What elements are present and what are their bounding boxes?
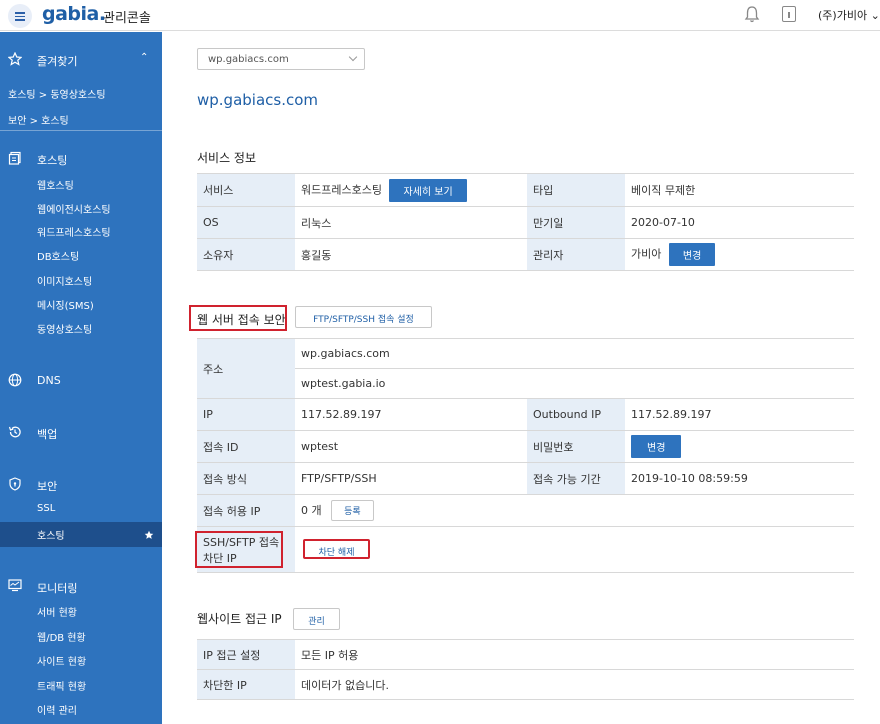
unblock-button[interactable]: 차단 해제 bbox=[303, 539, 370, 559]
outbound-label: Outbound IP bbox=[527, 398, 625, 431]
ip-label: IP bbox=[197, 398, 295, 431]
allowed-ip-label: 접속 허용 IP bbox=[197, 494, 295, 527]
admin-value: 가비아 bbox=[631, 247, 662, 261]
blocked-ip-list-value: 데이터가 없습니다. bbox=[295, 669, 854, 700]
id-label: 접속 ID bbox=[197, 430, 295, 463]
id-value: wptest bbox=[295, 430, 527, 463]
user-menu[interactable]: (주)가비아 ⌄ bbox=[818, 7, 880, 23]
sidebar: 즐겨찾기 ⌃ 호스팅 > 동영상호스팅 보안 > 호스팅 호스팅 웹호스팅 웹에… bbox=[0, 32, 162, 724]
method-label: 접속 방식 bbox=[197, 462, 295, 495]
access-settings-button[interactable]: FTP/SFTP/SSH 접속 설정 bbox=[295, 306, 432, 328]
detail-button[interactable]: 자세히 보기 bbox=[389, 178, 467, 202]
web-security-table: 주소 wp.gabiacs.com wptest.gabia.io IP 117… bbox=[197, 338, 854, 573]
site-access-table: IP 접근 설정 모든 IP 허용 차단한 IP 데이터가 없습니다. bbox=[197, 639, 854, 700]
site-access-title: 웹사이트 접근 IP bbox=[197, 612, 282, 626]
shield-icon bbox=[9, 477, 21, 491]
address-1: wp.gabiacs.com bbox=[295, 338, 854, 369]
sidebar-favorite-item[interactable]: 호스팅 > 동영상호스팅 bbox=[8, 86, 170, 101]
star-filled-icon[interactable] bbox=[144, 530, 154, 540]
top-bar: gabia. 관리콘솔 (주)가비아 ⌄ bbox=[0, 0, 880, 31]
period-label: 접속 가능 기간 bbox=[527, 462, 625, 495]
chevron-down-icon bbox=[348, 52, 358, 62]
sidebar-favorite-item[interactable]: 보안 > 호스팅 bbox=[8, 112, 170, 127]
service-info-title: 서비스 정보 bbox=[197, 151, 257, 165]
domain-select[interactable]: wp.gabiacs.com bbox=[197, 48, 365, 70]
address-label: 주소 bbox=[197, 338, 295, 399]
method-value: FTP/SFTP/SSH bbox=[295, 462, 527, 495]
monitoring-icon bbox=[8, 579, 22, 592]
type-label: 타입 bbox=[527, 173, 625, 207]
ip-setting-value: 모든 IP 허용 bbox=[295, 639, 854, 670]
backup-icon bbox=[8, 426, 21, 438]
register-button[interactable]: 등록 bbox=[331, 500, 374, 521]
highlight-box bbox=[189, 305, 287, 331]
os-value: 리눅스 bbox=[295, 206, 527, 239]
admin-label: 관리자 bbox=[527, 238, 625, 271]
expiry-value: 2020-07-10 bbox=[625, 206, 854, 239]
main-content: wp.gabiacs.com wp.gabiacs.com 서비스 정보 서비스… bbox=[162, 32, 880, 724]
owner-value: 홍길동 bbox=[295, 238, 527, 271]
address-2: wptest.gabia.io bbox=[295, 368, 854, 399]
service-value: 워드프레스호스팅 bbox=[301, 183, 382, 196]
manage-button[interactable]: 관리 bbox=[293, 608, 340, 630]
chevron-down-icon: ⌄ bbox=[870, 9, 880, 22]
blocked-ip-cell bbox=[295, 526, 854, 573]
chevron-up-icon[interactable]: ⌃ bbox=[140, 52, 150, 63]
owner-label: 소유자 bbox=[197, 238, 295, 271]
star-icon bbox=[8, 52, 22, 66]
ip-setting-label: IP 접근 설정 bbox=[197, 639, 295, 670]
page-title: wp.gabiacs.com bbox=[197, 91, 319, 109]
globe-icon bbox=[8, 373, 22, 387]
password-label: 비밀번호 bbox=[527, 430, 625, 463]
divider bbox=[0, 130, 162, 131]
outbound-value: 117.52.89.197 bbox=[625, 398, 854, 431]
notice-icon[interactable] bbox=[782, 6, 796, 22]
os-label: OS bbox=[197, 206, 295, 239]
admin-cell: 가비아 변경 bbox=[625, 238, 854, 271]
sidebar-favorites[interactable]: 즐겨찾기 bbox=[37, 53, 137, 69]
admin-change-button[interactable]: 변경 bbox=[668, 243, 716, 266]
password-cell: 변경 bbox=[625, 430, 854, 463]
password-change-button[interactable]: 변경 bbox=[631, 435, 682, 458]
console-title: 관리콘솔 bbox=[103, 11, 151, 26]
gabia-logo[interactable]: gabia. bbox=[42, 3, 106, 25]
allowed-ip-cell: 0 개 등록 bbox=[295, 494, 854, 527]
period-value: 2019-10-10 08:59:59 bbox=[625, 462, 854, 495]
ip-value: 117.52.89.197 bbox=[295, 398, 527, 431]
service-cell: 워드프레스호스팅 자세히 보기 bbox=[295, 173, 527, 207]
blocked-ip-list-label: 차단한 IP bbox=[197, 669, 295, 700]
sidebar-item-label: 호스팅 bbox=[37, 531, 65, 542]
bell-icon[interactable] bbox=[744, 5, 760, 23]
expiry-label: 만기일 bbox=[527, 206, 625, 239]
domain-select-value: wp.gabiacs.com bbox=[208, 54, 289, 65]
service-label: 서비스 bbox=[197, 173, 295, 207]
allowed-ip-count: 0 개 bbox=[301, 504, 322, 517]
user-name: (주)가비아 bbox=[818, 9, 868, 22]
sidebar-item-security-hosting[interactable]: 호스팅 bbox=[0, 522, 162, 547]
highlight-box bbox=[195, 531, 283, 568]
type-value: 베이직 무제한 bbox=[625, 173, 854, 207]
hosting-icon bbox=[8, 151, 21, 165]
menu-icon[interactable] bbox=[8, 4, 32, 28]
service-info-table: 서비스 워드프레스호스팅 자세히 보기 타입 베이직 무제한 OS 리눅스 만기… bbox=[197, 173, 854, 271]
